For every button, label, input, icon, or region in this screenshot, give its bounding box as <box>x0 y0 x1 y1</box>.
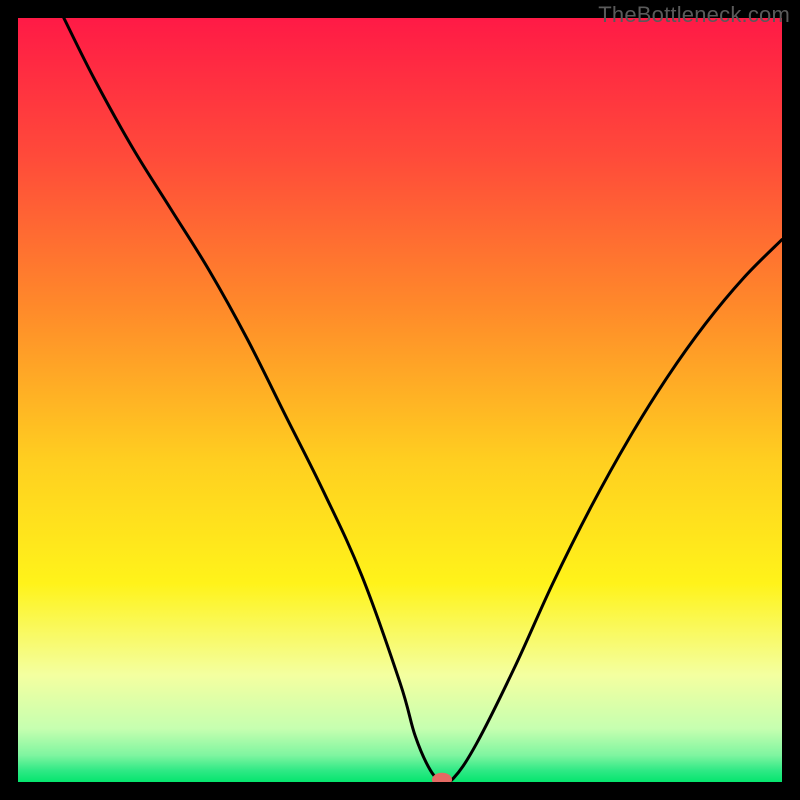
chart-stage: TheBottleneck.com <box>0 0 800 800</box>
chart-background <box>18 18 782 782</box>
watermark-text: TheBottleneck.com <box>598 2 790 28</box>
chart-svg <box>18 18 782 782</box>
